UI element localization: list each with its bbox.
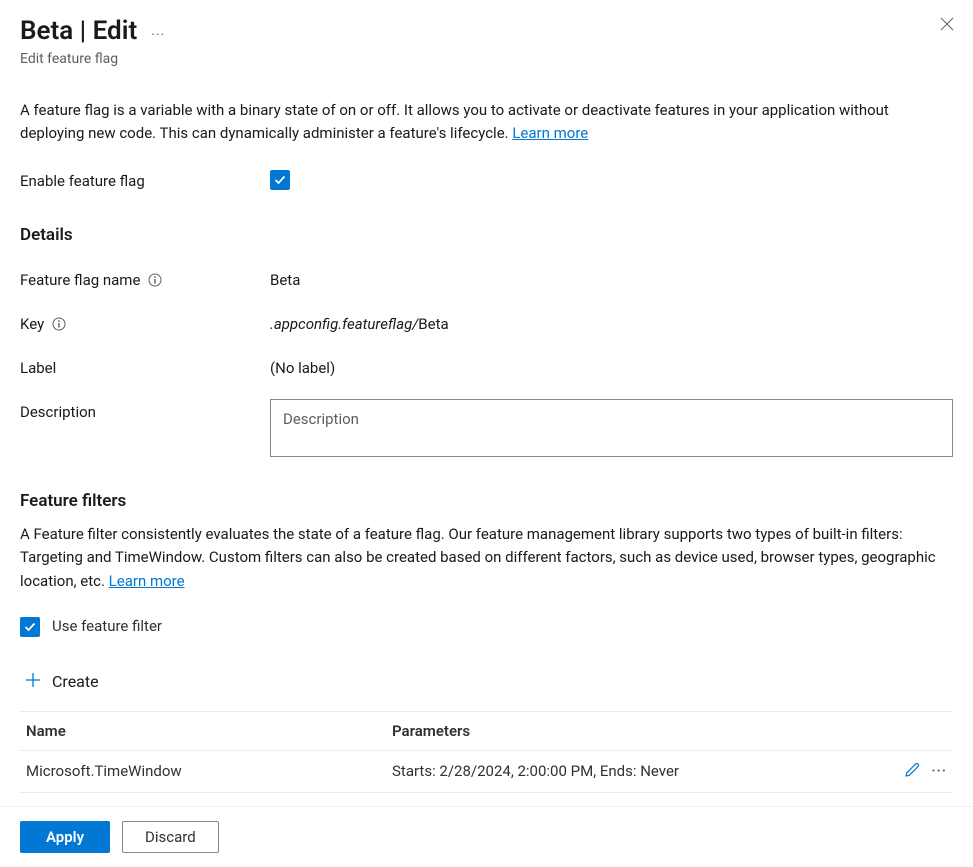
row-more-icon[interactable]: ··· xyxy=(931,763,947,779)
key-value: .appconfig.featureflag/Beta xyxy=(270,311,953,333)
footer-bar: Apply Discard xyxy=(0,806,973,867)
name-value: Beta xyxy=(270,267,953,289)
use-filter-checkbox[interactable] xyxy=(20,617,40,637)
filters-learn-more-link[interactable]: Learn more xyxy=(109,572,185,590)
filters-intro: A Feature filter consistently evaluates … xyxy=(20,523,940,593)
create-label: Create xyxy=(52,672,99,691)
use-filter-row: Use feature filter xyxy=(20,615,953,637)
check-icon xyxy=(23,620,37,634)
key-label: Key xyxy=(20,315,44,333)
label-value: (No label) xyxy=(270,355,953,377)
description-label: Description xyxy=(20,399,270,421)
table-row: Microsoft.TimeWindow Starts: 2/28/2024, … xyxy=(20,751,953,793)
info-icon[interactable] xyxy=(52,317,66,331)
info-icon[interactable] xyxy=(148,273,162,287)
table-header: Name Parameters xyxy=(20,712,953,751)
key-row: Key .appconfig.featureflag/Beta xyxy=(20,311,953,333)
name-label: Feature flag name xyxy=(20,271,140,289)
col-name-header: Name xyxy=(22,722,372,740)
name-row: Feature flag name Beta xyxy=(20,267,953,289)
discard-button[interactable]: Discard xyxy=(122,821,219,853)
edit-filter-icon[interactable] xyxy=(904,761,921,782)
page-title: Beta | Edit xyxy=(20,16,137,47)
apply-button[interactable]: Apply xyxy=(20,821,110,853)
col-params-header: Parameters xyxy=(372,722,881,740)
filters-heading: Feature filters xyxy=(20,491,953,511)
page-subtitle: Edit feature flag xyxy=(20,51,953,67)
enable-checkbox[interactable] xyxy=(270,170,290,190)
filter-params-cell: Starts: 2/28/2024, 2:00:00 PM, Ends: Nev… xyxy=(372,762,881,780)
details-heading: Details xyxy=(20,225,953,245)
close-button[interactable] xyxy=(939,16,955,32)
create-filter-button[interactable]: Create xyxy=(24,671,99,693)
label-row: Label (No label) xyxy=(20,355,953,377)
more-actions-icon[interactable]: ··· xyxy=(151,27,165,43)
check-icon xyxy=(273,173,287,187)
use-filter-label: Use feature filter xyxy=(52,617,162,635)
plus-icon xyxy=(24,671,42,693)
filter-name-cell: Microsoft.TimeWindow xyxy=(22,762,372,780)
label-label: Label xyxy=(20,355,270,377)
intro-text: A feature flag is a variable with a bina… xyxy=(20,99,940,144)
description-input[interactable] xyxy=(270,399,953,457)
intro-learn-more-link[interactable]: Learn more xyxy=(512,124,588,142)
enable-label: Enable feature flag xyxy=(20,168,270,190)
description-row: Description xyxy=(20,399,953,457)
enable-row: Enable feature flag xyxy=(20,168,953,191)
filters-table: Name Parameters Microsoft.TimeWindow Sta… xyxy=(20,711,953,793)
